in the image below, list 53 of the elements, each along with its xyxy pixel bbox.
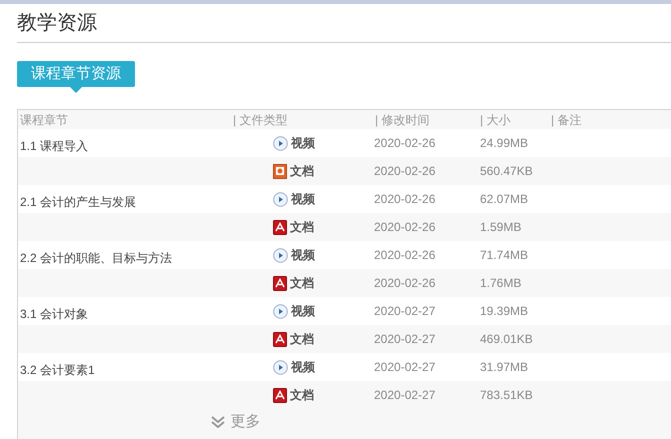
file-type-link[interactable]: 文档: [290, 386, 314, 404]
date-cell-text: 2020-02-26: [373, 219, 436, 236]
play-icon: [273, 248, 288, 262]
size-cell-text: 62.07MB: [479, 191, 530, 208]
date-cell-text: 2020-02-27: [373, 303, 436, 320]
date-cell-text: 2020-02-26: [373, 247, 436, 264]
column-header: 课程章节: [19, 112, 69, 128]
chapter-cell-text: 1.1 课程导入: [20, 138, 88, 155]
date-cell-text: 2020-02-27: [373, 331, 436, 348]
size-cell-text: 19.39MB: [479, 303, 530, 320]
date-cell-text: 2020-02-27: [373, 359, 436, 376]
pdf-file-icon: [273, 276, 287, 290]
size-cell-text: 1.76MB: [479, 275, 522, 292]
chapter-cell-text: 2.1 会计的产生与发展: [20, 194, 136, 211]
file-type-link[interactable]: 视频: [291, 190, 315, 208]
chapter-cell-text: 3.1 会计对象: [20, 306, 88, 323]
tab-pointer: [70, 87, 82, 93]
column-header: | 备注: [550, 112, 582, 128]
file-type-link[interactable]: 视频: [291, 246, 315, 264]
size-cell-text: 71.74MB: [479, 247, 530, 264]
date-cell-text: 2020-02-27: [373, 387, 436, 404]
size-cell-text: 24.99MB: [479, 135, 530, 152]
pdf-file-icon: [273, 332, 287, 346]
file-type-link[interactable]: 文档: [290, 330, 314, 348]
play-icon: [273, 360, 288, 374]
file-type-link[interactable]: 文档: [290, 162, 314, 180]
column-header: | 修改时间: [374, 112, 430, 128]
date-cell-text: 2020-02-26: [373, 275, 436, 292]
size-cell-text: 783.51KB: [479, 387, 534, 404]
date-cell-text: 2020-02-26: [373, 163, 436, 180]
play-icon: [273, 304, 288, 318]
chapter-cell-text: 3.2 会计要素1: [20, 362, 95, 379]
play-icon: [273, 192, 288, 206]
column-header: | 文件类型: [232, 112, 288, 128]
file-type-link[interactable]: 视频: [291, 302, 315, 320]
double-chevron-icon: [210, 416, 224, 428]
pdf-file-icon: [273, 220, 287, 234]
play-icon: [273, 136, 288, 150]
file-type-link[interactable]: 视频: [291, 358, 315, 376]
size-cell-text: 469.01KB: [479, 331, 534, 348]
date-cell-text: 2020-02-26: [373, 191, 436, 208]
pdf-file-icon: [273, 388, 287, 402]
presentation-file-icon: [273, 164, 287, 178]
chapter-cell-text: 2.2 会计的职能、目标与方法: [20, 250, 172, 267]
file-type-link[interactable]: 视频: [291, 134, 315, 152]
file-type-link[interactable]: 文档: [290, 274, 314, 292]
page-title: 教学资源: [17, 11, 98, 36]
size-cell-text: 31.97MB: [479, 359, 530, 376]
size-cell-text: 560.47KB: [479, 163, 534, 180]
file-type-link[interactable]: 文档: [290, 218, 314, 236]
size-cell-text: 1.59MB: [479, 219, 522, 236]
date-cell-text: 2020-02-26: [373, 135, 436, 152]
column-header: | 大小: [479, 112, 512, 128]
